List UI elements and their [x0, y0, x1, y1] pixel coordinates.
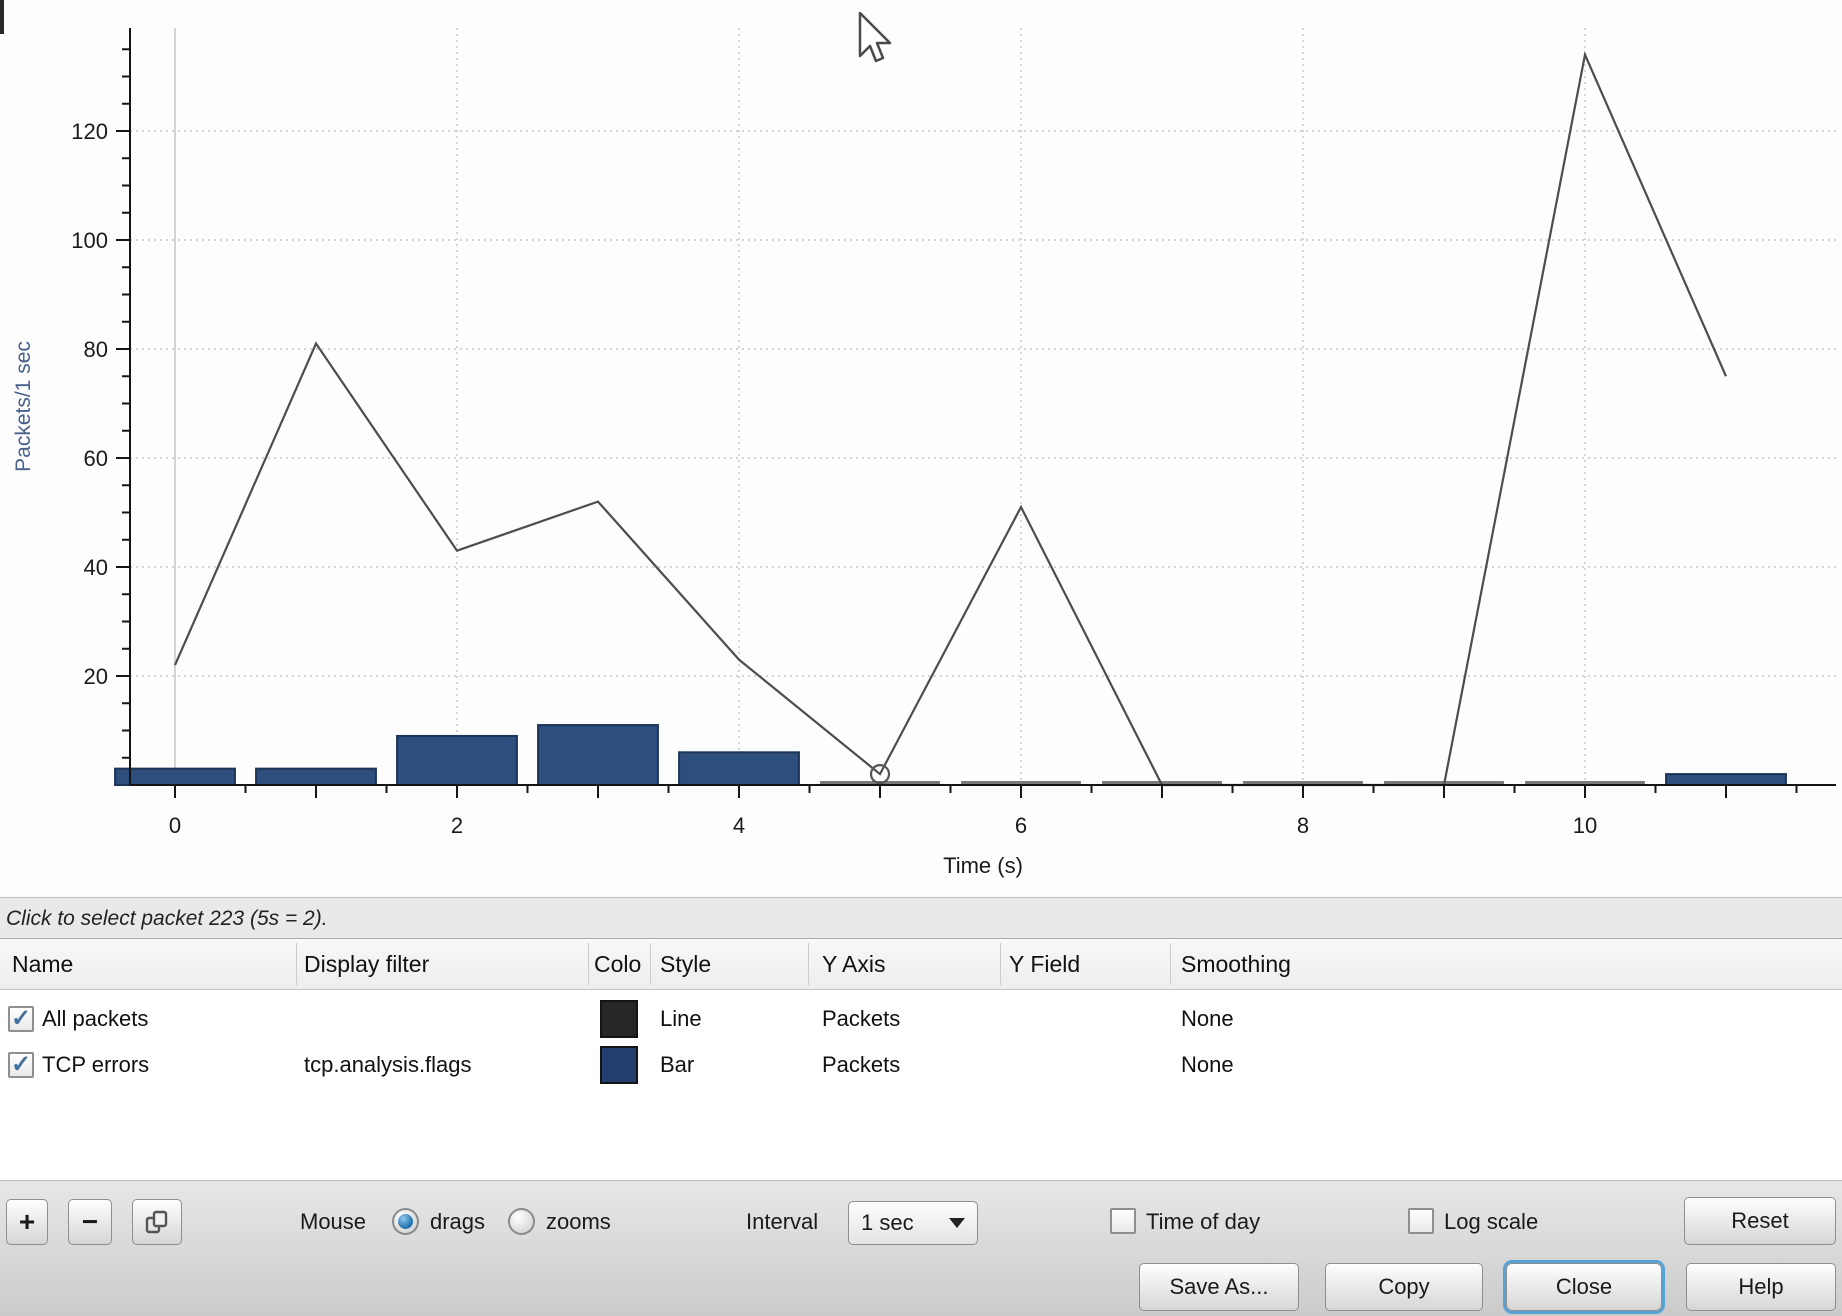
- col-header-style[interactable]: Style: [660, 939, 711, 989]
- io-graph-chart[interactable]: 20 40 60 80 100 120 0 2 4 6 8 10 Time (s) Packets/1 s…: [0, 0, 1842, 897]
- interval-dropdown[interactable]: 1 sec: [848, 1201, 978, 1245]
- mouse-label: Mouse: [300, 1209, 366, 1235]
- reset-button[interactable]: Reset: [1684, 1197, 1836, 1245]
- help-button[interactable]: Help: [1686, 1263, 1836, 1311]
- svg-text:4: 4: [733, 813, 745, 838]
- status-hint-text: Click to select packet 223 (5s = 2).: [6, 907, 328, 931]
- column-divider: [1170, 943, 1171, 985]
- table-header-row: Name Display filter Colo Style Y Axis Y …: [0, 939, 1842, 990]
- column-divider: [588, 943, 589, 985]
- table-row-tcp-errors[interactable]: ✓ TCP errors tcp.analysis.flags Bar Pack…: [0, 1043, 1842, 1087]
- color-swatch[interactable]: [600, 1046, 638, 1084]
- time-of-day-checkbox[interactable]: [1110, 1208, 1136, 1234]
- svg-text:120: 120: [71, 119, 108, 144]
- svg-text:Time (s): Time (s): [943, 853, 1023, 878]
- controls-panel: + − Mouse drags zooms Interval 1 sec Tim…: [0, 1180, 1842, 1316]
- column-divider: [650, 943, 651, 985]
- duplicate-graph-button[interactable]: [132, 1199, 182, 1245]
- svg-text:8: 8: [1297, 813, 1309, 838]
- interval-value: 1 sec: [861, 1210, 914, 1236]
- style-cell[interactable]: Bar: [660, 1043, 694, 1087]
- close-button[interactable]: Close: [1506, 1263, 1662, 1311]
- col-header-smoothing[interactable]: Smoothing: [1181, 939, 1291, 989]
- table-row-all-packets[interactable]: ✓ All packets Line Packets None: [0, 997, 1842, 1041]
- row-enabled-checkbox[interactable]: ✓: [8, 1052, 34, 1078]
- svg-text:0: 0: [169, 813, 181, 838]
- dropdown-caret-icon: [949, 1218, 965, 1228]
- column-divider: [808, 943, 809, 985]
- graph-name-cell[interactable]: All packets: [42, 997, 148, 1041]
- time-of-day-label[interactable]: Time of day: [1146, 1209, 1260, 1235]
- color-swatch[interactable]: [600, 1000, 638, 1038]
- radio-drags-label[interactable]: drags: [430, 1209, 485, 1235]
- graph-name-cell[interactable]: TCP errors: [42, 1043, 149, 1087]
- log-scale-label[interactable]: Log scale: [1444, 1209, 1538, 1235]
- column-divider: [296, 943, 297, 985]
- window-edge-artifact: [0, 0, 4, 34]
- style-cell[interactable]: Line: [660, 997, 702, 1041]
- copy-button[interactable]: Copy: [1325, 1263, 1483, 1311]
- interval-label: Interval: [746, 1209, 818, 1235]
- svg-text:100: 100: [71, 228, 108, 253]
- smoothing-cell[interactable]: None: [1181, 1043, 1234, 1087]
- y-axis-cell[interactable]: Packets: [822, 997, 900, 1041]
- col-header-display-filter[interactable]: Display filter: [304, 939, 429, 989]
- io-graph-plot[interactable]: 20 40 60 80 100 120 0 2 4 6 8 10 Time (s) Packets/1 s…: [0, 0, 1842, 897]
- log-scale-checkbox[interactable]: [1408, 1208, 1434, 1234]
- y-axis-cell[interactable]: Packets: [822, 1043, 900, 1087]
- radio-zooms-label[interactable]: zooms: [546, 1209, 611, 1235]
- radio-zooms[interactable]: [508, 1208, 535, 1235]
- graph-config-table: Name Display filter Colo Style Y Axis Y …: [0, 938, 1842, 1181]
- remove-graph-button[interactable]: −: [68, 1199, 112, 1245]
- svg-text:10: 10: [1573, 813, 1597, 838]
- svg-text:60: 60: [84, 446, 108, 471]
- svg-text:Packets/1 sec: Packets/1 sec: [12, 341, 35, 472]
- display-filter-cell[interactable]: tcp.analysis.flags: [304, 1043, 472, 1087]
- col-header-color[interactable]: Colo: [594, 939, 646, 989]
- radio-drags[interactable]: [392, 1208, 419, 1235]
- col-header-y-axis[interactable]: Y Axis: [822, 939, 886, 989]
- add-graph-button[interactable]: +: [6, 1199, 48, 1245]
- status-bar: Click to select packet 223 (5s = 2).: [0, 897, 1842, 939]
- row-enabled-checkbox[interactable]: ✓: [8, 1006, 34, 1032]
- save-as-button[interactable]: Save As...: [1139, 1263, 1299, 1311]
- mouse-cursor-icon: [858, 12, 894, 68]
- svg-text:40: 40: [84, 555, 108, 580]
- col-header-name[interactable]: Name: [12, 939, 73, 989]
- col-header-y-field[interactable]: Y Field: [1009, 939, 1080, 989]
- smoothing-cell[interactable]: None: [1181, 997, 1234, 1041]
- io-graph-window: 20 40 60 80 100 120 0 2 4 6 8 10 Time (s) Packets/1 s…: [0, 0, 1842, 1316]
- column-divider: [1000, 943, 1001, 985]
- svg-text:20: 20: [84, 664, 108, 689]
- svg-text:6: 6: [1015, 813, 1027, 838]
- svg-text:80: 80: [84, 337, 108, 362]
- duplicate-icon: [144, 1209, 170, 1235]
- svg-text:2: 2: [451, 813, 463, 838]
